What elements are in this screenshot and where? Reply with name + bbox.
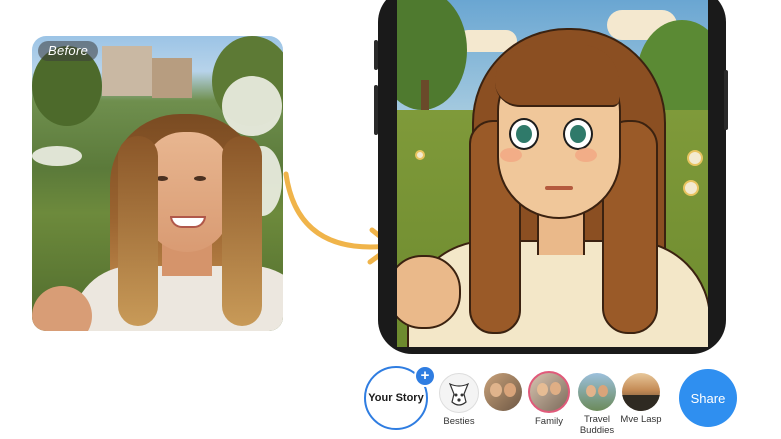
add-story-icon[interactable]: + [414, 365, 436, 387]
flower [415, 150, 425, 160]
phone-button [374, 40, 378, 70]
background-building [152, 58, 192, 98]
phone-button [374, 85, 378, 135]
story-label: Travel Buddies [579, 414, 615, 436]
cartoon-mouth [545, 186, 573, 190]
landscape-photo [622, 373, 660, 411]
flower [683, 180, 699, 196]
your-story-label: Your Story [368, 392, 424, 404]
cartoon-cheek [500, 148, 522, 162]
story-label: Family [535, 416, 563, 427]
blossom-bush [32, 146, 82, 166]
cartoon-eye [563, 118, 593, 150]
phone-button [724, 70, 728, 130]
cartoon-arm [397, 255, 461, 329]
hair-lock [222, 136, 262, 326]
cartoon-cheek [575, 148, 597, 162]
story-label: Mve Lasp [620, 414, 662, 425]
group-photo [484, 373, 522, 411]
story-item-travel-buddies[interactable]: Travel Buddies [575, 373, 619, 436]
family-photo [528, 371, 570, 413]
travel-photo [578, 373, 616, 411]
cartoon-bangs [495, 45, 619, 107]
hair-lock [118, 136, 158, 326]
before-photo [32, 36, 283, 331]
story-item-mve-lasp[interactable]: Mve Lasp [619, 373, 663, 425]
story-item-besties[interactable]: Besties [437, 373, 481, 427]
flower [687, 150, 703, 166]
before-badge: Before [38, 41, 99, 61]
cartoon-eye [509, 118, 539, 150]
background-building [102, 46, 152, 96]
dog-icon [439, 373, 479, 413]
cartoon-result-image [397, 0, 708, 347]
story-item-group[interactable] [483, 373, 523, 414]
eye [194, 176, 206, 181]
story-label: Besties [443, 416, 475, 427]
share-button[interactable]: Share [679, 369, 737, 427]
story-item-family[interactable]: Family [527, 371, 571, 427]
